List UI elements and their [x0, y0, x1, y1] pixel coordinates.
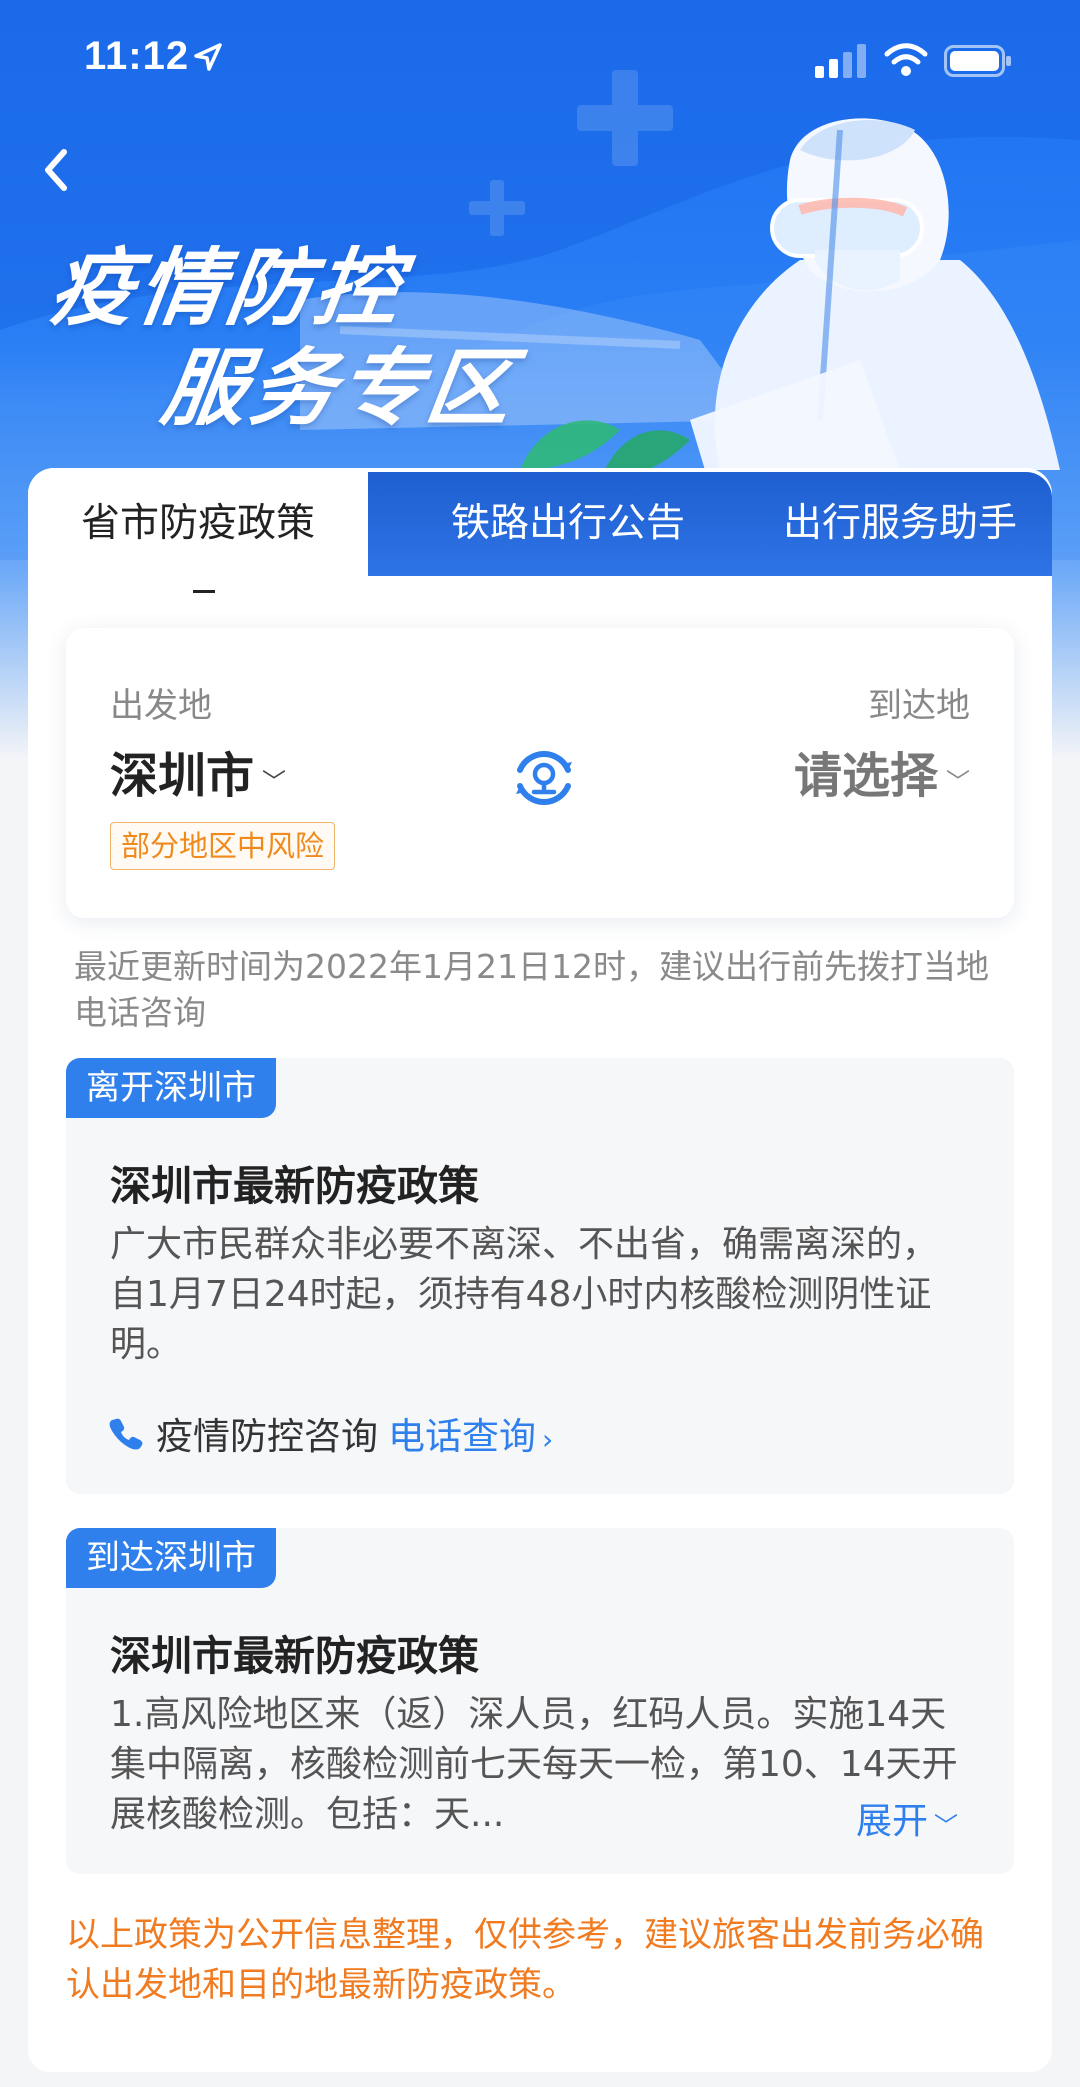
arrive-policy-card: 到达深圳市 深圳市最新防疫政策 1.高风险地区来（返）深人员，红码人员。实施14… [66, 1528, 1014, 1874]
to-city-select[interactable]: 请选择 ﹀ [794, 736, 970, 806]
leave-policy-card: 离开深圳市 深圳市最新防疫政策 广大市民群众非必要不离深、不出省，确需离深的，自… [66, 1058, 1014, 1494]
chevron-down-icon: ﹀ [262, 767, 287, 796]
from-label: 出发地 [110, 686, 212, 726]
leave-policy-title: 深圳市最新防疫政策 [110, 1162, 479, 1210]
leave-policy-tag: 离开深圳市 [66, 1058, 276, 1118]
expand-button[interactable]: 展开 ﹀ [815, 1792, 958, 1844]
hero-title: 疫情防控 服务专区 [30, 238, 536, 438]
tab-railway-notice[interactable]: 铁路出行公告 [388, 468, 748, 580]
risk-badge: 部分地区中风险 [110, 822, 336, 870]
disclaimer: 以上政策为公开信息整理，仅供参考，建议旅客出发前务必确认出发地和目的地最新防疫政… [66, 1915, 984, 2005]
from-city-select[interactable]: 深圳市 ﹀ [110, 736, 286, 806]
contact-row: 疫情防控咨询 电话查询 › [108, 1406, 553, 1460]
hero-title-line2: 服务专区 [156, 339, 522, 437]
chevron-right-icon: › [542, 1423, 554, 1456]
to-label: 到达地 [868, 686, 970, 726]
expand-label: 展开 [855, 1801, 928, 1842]
phone-query-link[interactable]: 电话查询 › [388, 1406, 553, 1460]
route-selector: 出发地 深圳市 ﹀ 部分地区中风险 到达地 请选择 ﹀ [66, 628, 1014, 918]
chevron-down-icon: ﹀ [946, 767, 970, 796]
phone-icon [109, 1418, 143, 1450]
chevron-down-icon: ﹀ [934, 1811, 958, 1840]
status-bar: 11:12 [0, 0, 1080, 120]
cellular-signal-icon [815, 44, 866, 78]
battery-icon [944, 45, 1011, 77]
update-note: 最近更新时间为2022年1月21日12时，建议出行前先拨打当地电话咨询 [74, 947, 989, 1032]
arrive-policy-title: 深圳市最新防疫政策 [110, 1632, 479, 1680]
from-city-value: 深圳市 [110, 748, 255, 804]
tab-travel-assistant[interactable]: 出行服务助手 [748, 468, 1052, 580]
hero-title-line1: 疫情防控 [44, 239, 410, 337]
phone-query-label: 电话查询 [388, 1415, 536, 1458]
arrive-policy-tag: 到达深圳市 [66, 1528, 276, 1588]
status-time: 11:12 [84, 34, 190, 78]
railway-logo-icon[interactable] [506, 740, 582, 816]
wifi-icon [884, 43, 928, 76]
to-city-value: 请选择 [793, 748, 938, 804]
location-arrow-icon [194, 43, 222, 71]
leave-policy-body: 广大市民群众非必要不离深、不出省，确需离深的，自1月7日24时起，须持有48小时… [110, 1224, 939, 1365]
tab-province-policy[interactable]: 省市防疫政策 [28, 468, 368, 593]
tab-bar: 省市防疫政策 铁路出行公告 出行服务助手 [28, 468, 1052, 593]
back-icon[interactable] [28, 140, 88, 200]
contact-label: 疫情防控咨询 [156, 1415, 378, 1458]
